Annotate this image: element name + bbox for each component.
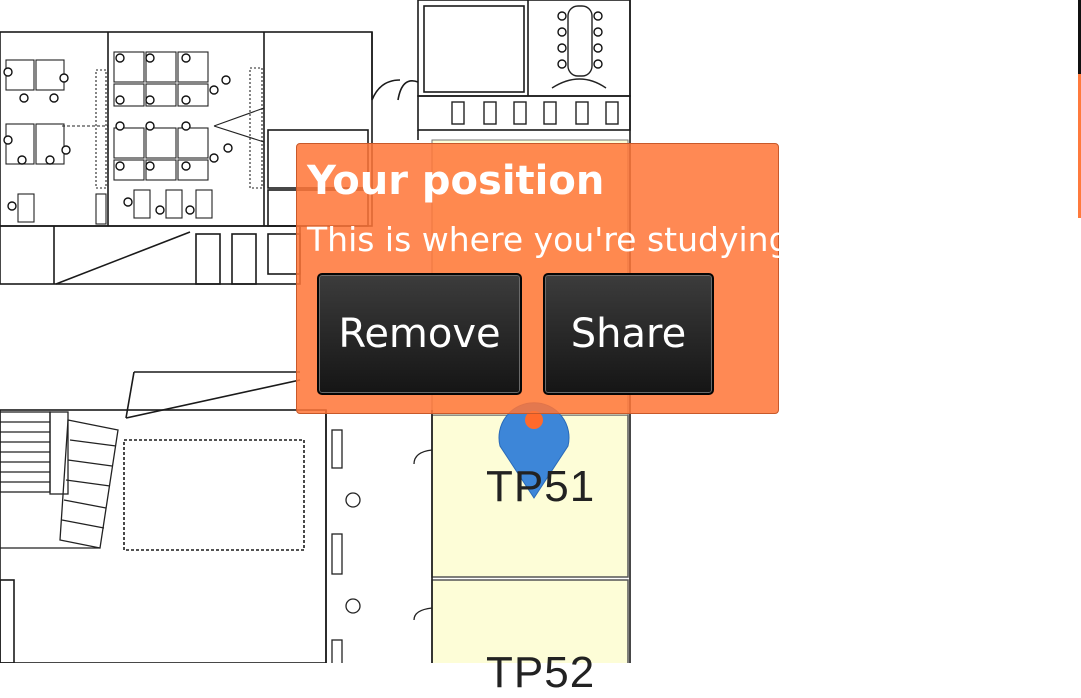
room-label-tp51: TP51 [486,462,596,511]
corridor-columns [331,429,433,663]
popup-subtitle: This is where you're studying [307,220,790,259]
share-button[interactable]: Share [543,273,714,395]
popup-title: Your position [307,158,605,204]
room-label-tp52: TP52 [486,648,596,697]
stairs [0,411,119,549]
remove-button[interactable]: Remove [317,273,522,395]
conference-table [567,5,593,77]
position-popup: Your position This is where you're study… [296,143,790,414]
workstation-row [451,101,619,125]
